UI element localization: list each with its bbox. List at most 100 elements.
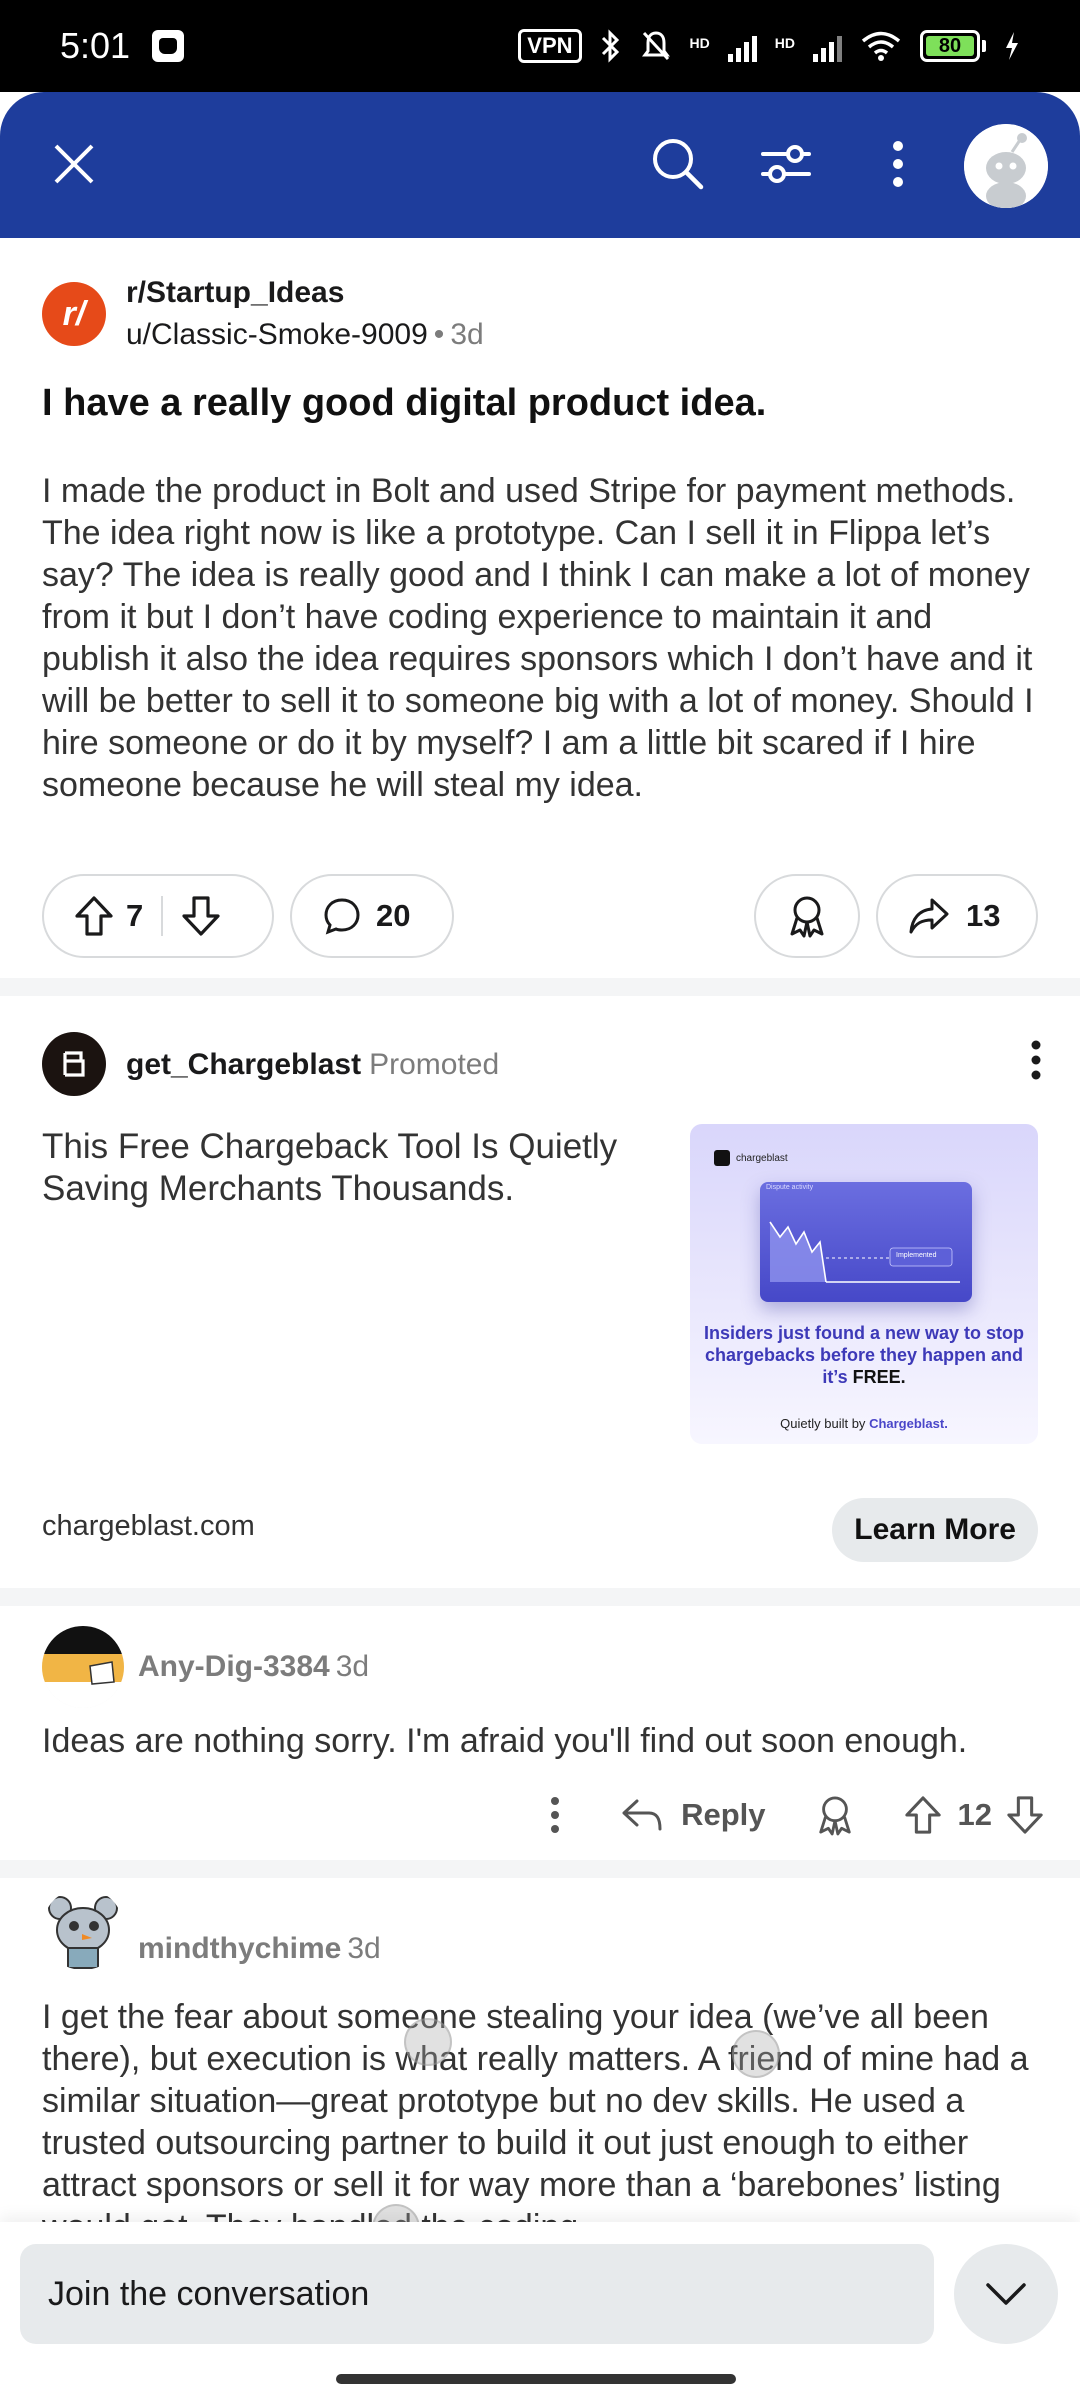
comments-button[interactable]: 20 xyxy=(290,874,454,958)
touch-indicator xyxy=(404,2018,452,2066)
ad-image-footer: Quietly built by Chargeblast. xyxy=(780,1416,948,1431)
user-avatar[interactable] xyxy=(964,124,1048,208)
ad-image-chart-graphic xyxy=(769,1221,960,1283)
reply-label: Reply xyxy=(681,1797,766,1832)
close-icon xyxy=(54,144,94,184)
post-age: 3d xyxy=(450,318,484,351)
ad-more-button[interactable] xyxy=(1030,1040,1042,1085)
status-time: 5:01 xyxy=(60,25,131,66)
avatar xyxy=(42,1626,124,1708)
downvote-icon[interactable] xyxy=(181,895,221,937)
comment-icon xyxy=(324,898,360,935)
comment-count: 20 xyxy=(376,898,411,933)
comment-downvote-button[interactable] xyxy=(1006,1795,1044,1835)
touch-indicator xyxy=(732,2030,780,2078)
feed-divider xyxy=(0,1588,1080,1606)
reply-icon xyxy=(622,1799,662,1831)
comment-actions: Reply 12 xyxy=(535,1794,1044,1836)
award-icon xyxy=(790,896,824,938)
upvote-icon xyxy=(904,1796,941,1834)
network-label-1: HD xyxy=(689,35,710,51)
comment-award-button[interactable] xyxy=(816,1794,854,1836)
post-card: r/ r/Startup_Ideas u/Classic-Smoke-9009 •… xyxy=(0,238,1080,978)
charging-icon xyxy=(1006,32,1018,60)
promoted-label: Promoted xyxy=(369,1048,500,1081)
advertiser-logo[interactable] xyxy=(42,1032,106,1096)
top-app-bar xyxy=(0,92,1080,238)
comment-vote-count: 12 xyxy=(957,1797,992,1832)
vote-bar: 7 xyxy=(42,874,274,958)
share-count: 13 xyxy=(966,898,1001,933)
more-options-button[interactable] xyxy=(866,132,930,196)
comment-text: I get the fear about someone stealing yo… xyxy=(42,1998,1029,2238)
award-button[interactable] xyxy=(754,874,860,958)
battery-level: 80 xyxy=(926,35,974,57)
vpn-badge: VPN xyxy=(518,29,582,63)
chargeblast-logo-icon xyxy=(63,1051,85,1077)
bluetooth-icon xyxy=(601,29,619,63)
app-notification-icon xyxy=(152,30,185,62)
subreddit-name[interactable]: r/Startup_Ideas xyxy=(126,276,344,310)
wifi-icon xyxy=(861,31,901,61)
home-indicator[interactable] xyxy=(336,2374,736,2384)
filter-button[interactable] xyxy=(754,132,818,196)
advertiser-name[interactable]: get_Chargeblast Promoted xyxy=(126,1048,499,1082)
more-vertical-icon xyxy=(1031,1040,1041,1080)
post-vote-count: 7 xyxy=(126,898,144,933)
comment-avatar[interactable] xyxy=(42,1626,124,1708)
advertiser-handle[interactable]: get_Chargeblast xyxy=(126,1048,361,1081)
search-button[interactable] xyxy=(644,130,710,196)
battery-icon: 80 xyxy=(920,30,986,62)
post-title: I have a really good digital product ide… xyxy=(42,382,767,424)
comment: mindthychime 3d I get the fear about some… xyxy=(0,1878,1080,2238)
reply-button[interactable]: Reply xyxy=(621,1797,766,1833)
silent-icon xyxy=(641,31,670,61)
subreddit-avatar[interactable]: r/ xyxy=(42,282,106,346)
ad-image-card-tag: Implemented xyxy=(896,1252,937,1259)
comment-more-button[interactable] xyxy=(535,1796,575,1834)
more-vertical-icon xyxy=(551,1797,560,1833)
award-icon xyxy=(818,1796,851,1836)
close-button[interactable] xyxy=(42,132,106,196)
ad-image-text: Insiders just found a new way to stop ch… xyxy=(703,1323,1025,1387)
avatar xyxy=(964,124,1048,208)
signal-icon xyxy=(727,30,757,62)
search-icon xyxy=(653,139,704,190)
ad-image-brand: chargeblast xyxy=(714,1150,788,1166)
network-label-2: HD xyxy=(774,35,795,51)
post-meta: u/Classic-Smoke-9009 • 3d xyxy=(126,318,484,352)
comment-author[interactable]: Any-Dig-3384 3d xyxy=(138,1650,369,1684)
ad-image-chart-card: Dispute activity Implemented xyxy=(760,1182,972,1302)
post-body: I made the product in Bolt and used Stri… xyxy=(42,472,1034,804)
avatar xyxy=(42,1888,124,1970)
learn-more-button[interactable]: Learn More xyxy=(832,1498,1038,1562)
share-button[interactable]: 13 xyxy=(876,874,1038,958)
collapse-button[interactable] xyxy=(954,2244,1058,2344)
status-bar: 5:01 VPN HD HD 80 xyxy=(0,0,1080,92)
comment-age: 3d xyxy=(335,1650,370,1683)
downvote-icon xyxy=(1007,1796,1043,1834)
comment-upvote-button[interactable] xyxy=(904,1795,942,1835)
bottom-bar xyxy=(0,2222,1080,2400)
status-left: 5:01 xyxy=(60,25,185,67)
post-author[interactable]: u/Classic-Smoke-9009 xyxy=(126,318,428,351)
comment-avatar[interactable] xyxy=(42,1888,124,1970)
meta-separator: • xyxy=(433,318,445,351)
comment-age: 3d xyxy=(347,1932,381,1965)
comment-author[interactable]: mindthychime 3d xyxy=(138,1932,381,1966)
more-vertical-icon xyxy=(893,141,903,187)
join-conversation-input[interactable] xyxy=(20,2244,934,2344)
signal-icon-2 xyxy=(813,30,842,62)
chevron-down-icon xyxy=(986,2283,1026,2305)
ad-image[interactable]: chargeblast Dispute activity Implemented… xyxy=(690,1124,1038,1444)
filter-icon xyxy=(761,145,811,183)
comment-text: Ideas are nothing sorry. I'm afraid you'… xyxy=(42,1722,968,1760)
ad-domain[interactable]: chargeblast.com xyxy=(42,1510,255,1543)
comment-divider xyxy=(0,1860,1080,1878)
feed-divider xyxy=(0,978,1080,996)
upvote-icon[interactable] xyxy=(74,895,114,937)
ad-headline[interactable]: This Free Chargeback Tool Is Quietly Sav… xyxy=(42,1126,642,1210)
promoted-ad: get_Chargeblast Promoted This Free Charge… xyxy=(0,996,1080,1588)
status-right: VPN HD HD 80 xyxy=(518,29,1020,63)
comment: Any-Dig-3384 3d Ideas are nothing sorry. … xyxy=(0,1606,1080,1860)
